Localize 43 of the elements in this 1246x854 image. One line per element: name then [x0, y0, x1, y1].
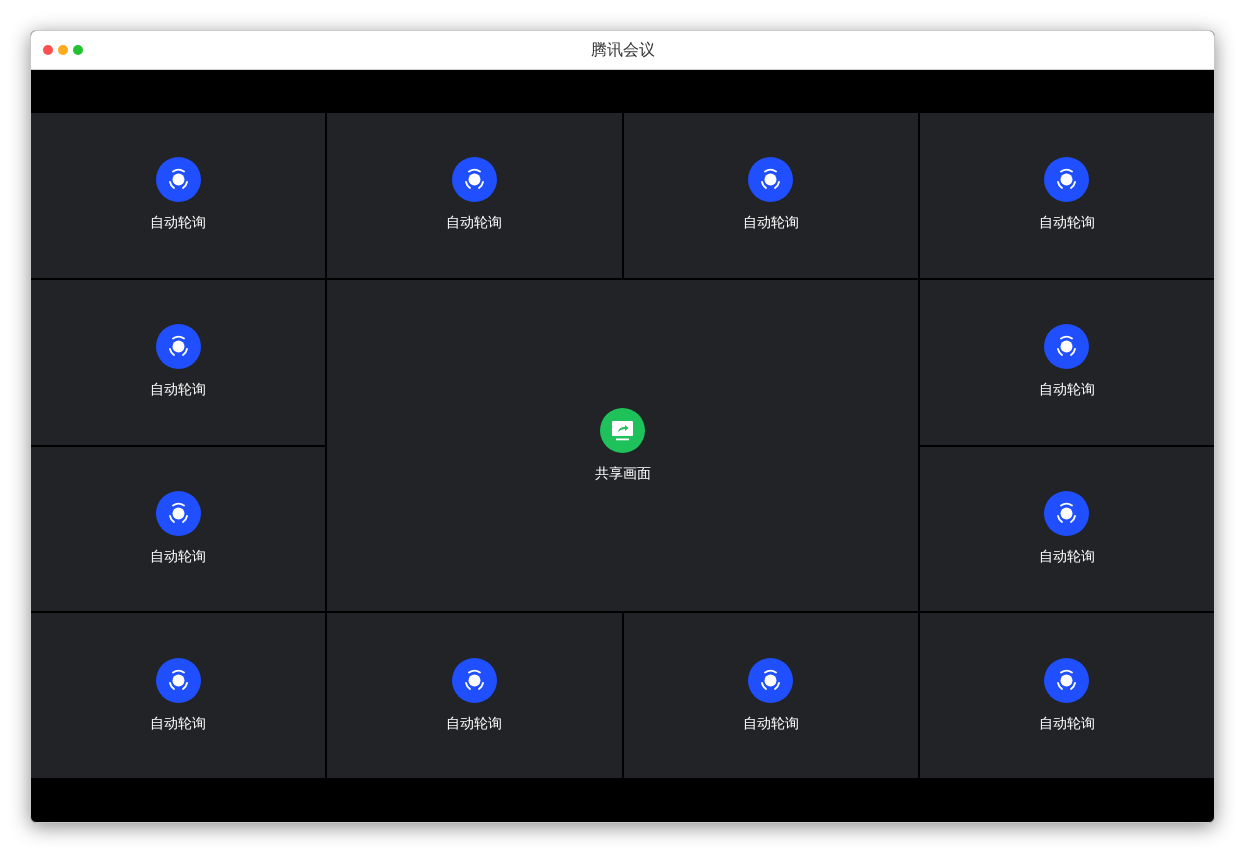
- video-tile[interactable]: 自动轮询: [31, 279, 326, 445]
- maximize-icon[interactable]: [73, 45, 83, 55]
- tile-label: 自动轮询: [150, 546, 207, 566]
- broadcast-icon: [451, 657, 497, 703]
- video-tile[interactable]: 自动轮询: [919, 113, 1214, 278]
- broadcast-icon: [748, 657, 794, 703]
- minimize-icon[interactable]: [58, 45, 68, 55]
- broadcast-icon: [155, 490, 201, 536]
- video-tile[interactable]: 自动轮询: [31, 446, 326, 612]
- video-tile[interactable]: 自动轮询: [31, 613, 326, 778]
- screen-share-icon: [600, 407, 645, 453]
- video-tile[interactable]: 自动轮询: [623, 613, 918, 778]
- tile-label: 自动轮询: [150, 380, 207, 400]
- broadcast-icon: [1044, 157, 1090, 203]
- tile-label: 自动轮询: [446, 713, 503, 733]
- tile-label: 自动轮询: [1038, 546, 1095, 566]
- tile-label: 自动轮询: [742, 213, 799, 233]
- broadcast-icon: [1044, 490, 1090, 536]
- video-tile[interactable]: 自动轮询: [31, 113, 326, 278]
- tile-label: 自动轮询: [1038, 713, 1095, 733]
- shared-screen-tile[interactable]: 共享画面: [327, 279, 918, 612]
- tile-label: 自动轮询: [742, 713, 799, 733]
- tile-label: 自动轮询: [446, 213, 503, 233]
- broadcast-icon: [1044, 657, 1090, 703]
- tile-label: 自动轮询: [1038, 213, 1095, 233]
- broadcast-icon: [748, 157, 794, 203]
- video-tile[interactable]: 自动轮询: [623, 113, 918, 278]
- broadcast-icon: [155, 657, 201, 703]
- video-tile[interactable]: 自动轮询: [919, 613, 1214, 778]
- window-title: 腾讯会议: [590, 40, 655, 60]
- broadcast-icon: [155, 324, 201, 370]
- broadcast-icon: [451, 157, 497, 203]
- broadcast-icon: [1044, 324, 1090, 370]
- tile-label: 自动轮询: [1038, 380, 1095, 400]
- broadcast-icon: [155, 157, 201, 203]
- tile-label: 自动轮询: [150, 213, 207, 233]
- tile-label: 共享画面: [594, 463, 651, 483]
- close-icon[interactable]: [43, 45, 53, 55]
- video-tile[interactable]: 自动轮询: [919, 279, 1214, 445]
- tile-label: 自动轮询: [150, 713, 207, 733]
- video-tile[interactable]: 自动轮询: [327, 613, 622, 778]
- video-tile[interactable]: 自动轮询: [919, 446, 1214, 612]
- video-tile[interactable]: 自动轮询: [327, 113, 622, 278]
